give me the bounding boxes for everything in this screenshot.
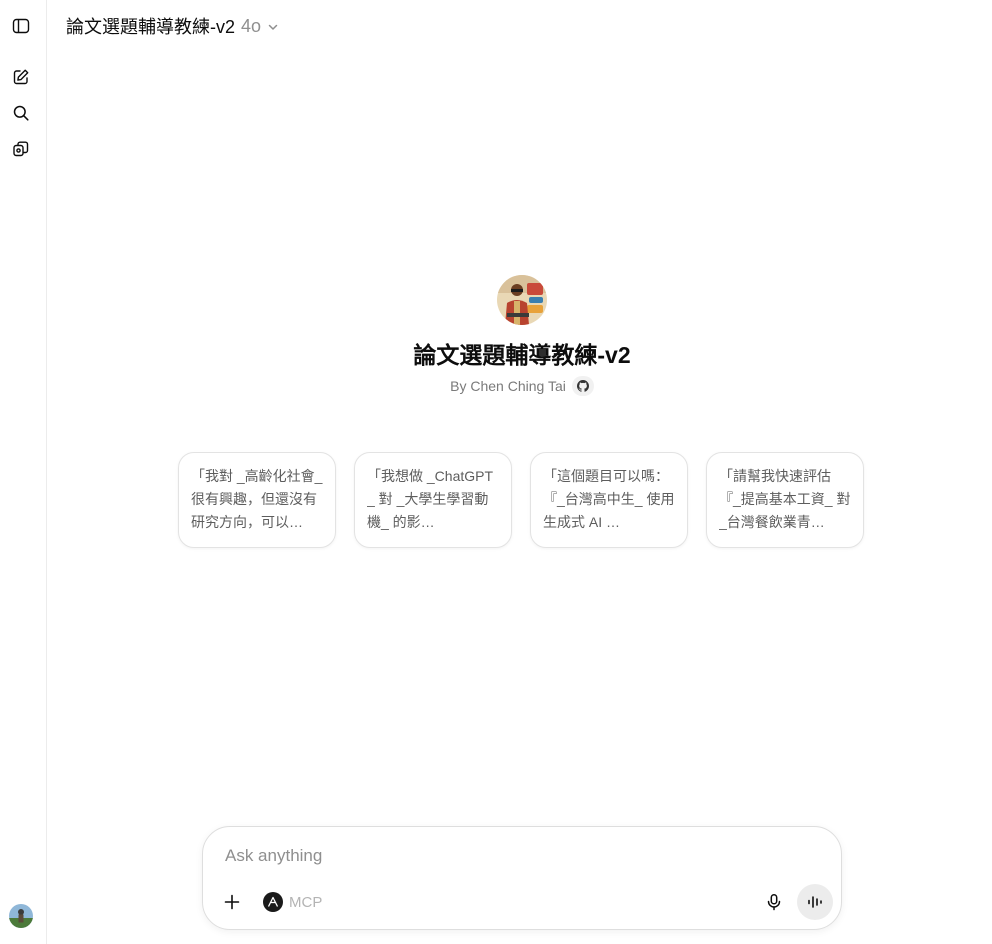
prompt-input[interactable] [223,843,787,869]
gpts-icon[interactable] [8,136,34,162]
voice-mode-icon[interactable] [797,884,833,920]
chevron-down-icon [268,24,278,30]
mcp-label: MCP [289,893,323,911]
mcp-button[interactable]: MCP [263,889,322,915]
mcp-logo-icon [263,892,283,912]
gpt-avatar [497,275,547,325]
search-icon[interactable] [8,100,34,126]
composer: MCP [202,826,842,930]
conversation-starters: 「我對 _高齡化社會_ 很有興趣，但還沒有研究方向，可以… 「我想做 _Chat… [178,452,866,550]
starter-card[interactable]: 「我對 _高齡化社會_ 很有興趣，但還沒有研究方向，可以… [178,452,336,548]
starter-text: 「我想做 _ChatGPT_ 對 _大學生學習動機_ 的影… [367,468,494,530]
gpt-author: By Chen Ching Tai [450,378,566,394]
starter-card[interactable]: 「請幫我快速評估『_提高基本工資_ 對 _台灣餐飲業青… [706,452,864,548]
user-avatar[interactable] [9,904,33,928]
new-chat-icon[interactable] [8,64,34,90]
gpt-author-row: By Chen Ching Tai [0,376,992,396]
chat-app: 論文選題輔導教練-v2 4o 論文選題輔導教練-v2 By Chen Ching… [0,0,992,944]
starter-text: 「請幫我快速評估『_提高基本工資_ 對 _台灣餐飲業青… [719,468,851,530]
starter-text: 「我對 _高齡化社會_ 很有興趣，但還沒有研究方向，可以… [191,468,323,530]
model-switcher[interactable]: 論文選題輔導教練-v2 4o [66,12,279,40]
gpt-name: 論文選題輔導教練-v2 [413,342,631,368]
starter-card[interactable]: 「我想做 _ChatGPT_ 對 _大學生學習動機_ 的影… [354,452,512,548]
microphone-icon[interactable] [759,887,789,917]
plus-icon[interactable] [217,887,247,917]
header-model: 4o [241,15,262,36]
left-rail [0,0,47,944]
header-title: 論文選題輔導教練-v2 [66,17,236,37]
starter-text: 「這個題目可以嗎：『_台灣高中生_ 使用生成式 AI … [543,468,675,530]
starter-card[interactable]: 「這個題目可以嗎：『_台灣高中生_ 使用生成式 AI … [530,452,688,548]
sidebar-toggle-icon[interactable] [8,13,34,39]
github-icon[interactable] [571,376,594,396]
